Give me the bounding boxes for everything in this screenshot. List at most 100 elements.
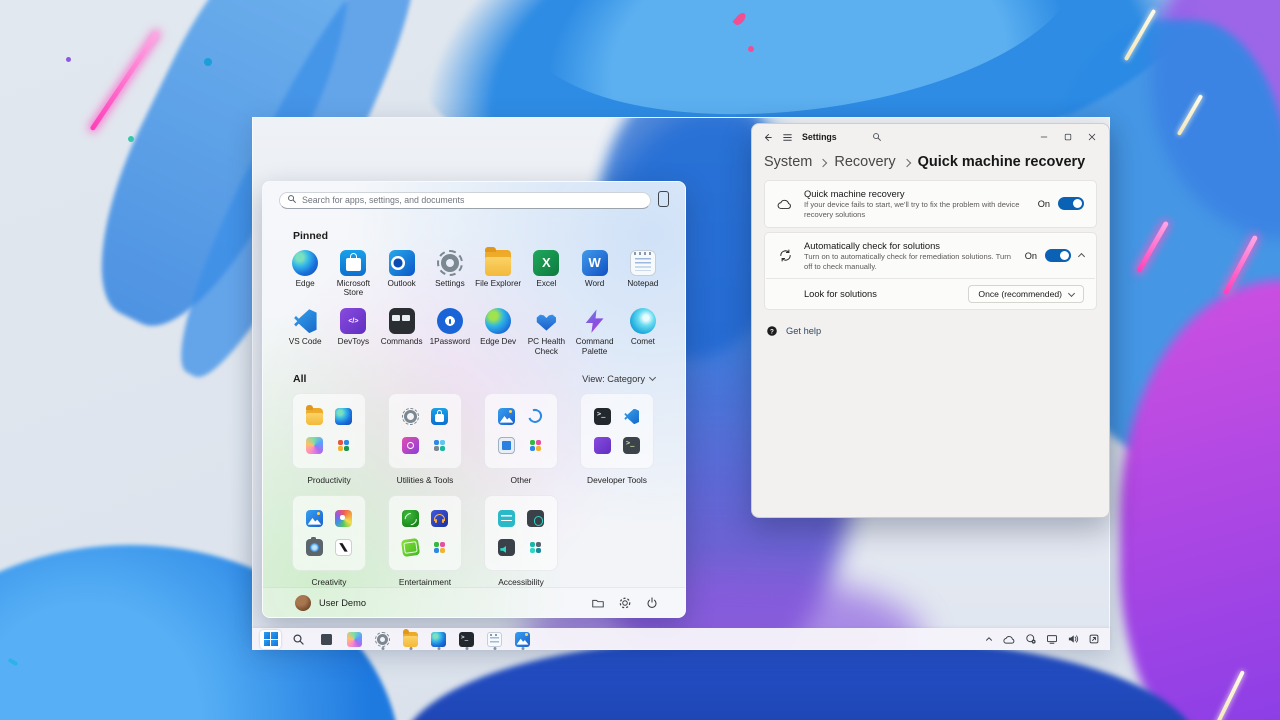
notepad-icon bbox=[630, 250, 656, 276]
category-productivity[interactable]: Productivity bbox=[281, 393, 377, 485]
comet-icon bbox=[630, 308, 656, 334]
category-developer-tools[interactable]: Developer Tools bbox=[569, 393, 665, 485]
settings-window-title: Settings bbox=[802, 132, 837, 142]
taskbar-terminal-button[interactable] bbox=[456, 630, 477, 649]
chevron-right-icon bbox=[902, 158, 910, 166]
console-icon bbox=[623, 437, 640, 454]
menu-icon[interactable] bbox=[782, 132, 793, 143]
pinned-app-outlook[interactable]: Outlook bbox=[378, 250, 426, 299]
breadcrumb-system[interactable]: System bbox=[764, 154, 812, 170]
snipping-tool-icon bbox=[402, 437, 419, 454]
minimize-button[interactable] bbox=[1039, 132, 1049, 142]
pinned-app-command-palette[interactable]: Command Palette bbox=[571, 308, 619, 357]
capcut-icon bbox=[335, 539, 352, 556]
view-category-selector[interactable]: View: Category bbox=[582, 374, 655, 384]
category-tile bbox=[580, 393, 654, 469]
power-icon[interactable] bbox=[645, 596, 659, 610]
outlook-icon bbox=[389, 250, 415, 276]
pinned-app-devtoys[interactable]: </> DevToys bbox=[329, 308, 377, 357]
chevron-up-icon[interactable] bbox=[1078, 253, 1085, 260]
sync-icon bbox=[527, 408, 544, 425]
running-indicator bbox=[521, 647, 524, 650]
maximize-button[interactable] bbox=[1063, 132, 1073, 142]
category-tile bbox=[484, 393, 558, 469]
pinned-app-comet[interactable]: Comet bbox=[619, 308, 667, 357]
apps-cluster-icon bbox=[527, 437, 544, 454]
page-title: Quick machine recovery bbox=[918, 154, 1086, 170]
vscode-icon bbox=[623, 408, 640, 425]
microsoft-store-icon bbox=[340, 250, 366, 276]
category-creativity[interactable]: Creativity bbox=[281, 495, 377, 587]
avatar[interactable] bbox=[295, 595, 311, 611]
category-entertainment[interactable]: Entertainment bbox=[377, 495, 473, 587]
action-center-icon[interactable] bbox=[1088, 633, 1100, 645]
category-utilities-tools[interactable]: Utilities & Tools bbox=[377, 393, 473, 485]
paint-droplet bbox=[128, 136, 134, 142]
paint-droplet bbox=[66, 57, 71, 62]
phone-link-icon[interactable] bbox=[658, 191, 669, 207]
search-input[interactable] bbox=[279, 192, 651, 209]
paint-droplet bbox=[204, 58, 212, 66]
taskbar-edge-button[interactable] bbox=[428, 630, 449, 649]
onedrive-icon[interactable] bbox=[1003, 634, 1016, 645]
taskbar-settings-button[interactable] bbox=[372, 630, 393, 649]
category-tile bbox=[388, 495, 462, 571]
running-indicator bbox=[381, 647, 384, 650]
taskbar-notepad-button[interactable] bbox=[484, 630, 505, 649]
devtoys-icon: </> bbox=[340, 308, 366, 334]
category-grid-row-2: Creativity Entertainment Accessibility bbox=[281, 495, 667, 587]
pinned-app-file-explorer[interactable]: File Explorer bbox=[474, 250, 522, 299]
card-automatically-check: Automatically check for solutions Turn o… bbox=[764, 232, 1097, 311]
start-search[interactable] bbox=[279, 190, 651, 209]
pinned-app-commands[interactable]: Commands bbox=[378, 308, 426, 357]
search-icon[interactable] bbox=[872, 132, 882, 142]
magnifier-icon bbox=[527, 510, 544, 527]
word-icon: W bbox=[582, 250, 608, 276]
file-explorer-icon bbox=[306, 408, 323, 425]
close-button[interactable] bbox=[1087, 132, 1097, 142]
category-accessibility[interactable]: Accessibility bbox=[473, 495, 569, 587]
photos-icon bbox=[306, 510, 323, 527]
pinned-app-edge[interactable]: Edge bbox=[281, 250, 329, 299]
auto-check-solutions-toggle[interactable] bbox=[1045, 249, 1071, 262]
taskbar-copilot-button[interactable] bbox=[344, 630, 365, 649]
volume-icon[interactable] bbox=[1067, 633, 1079, 645]
pinned-app-pc-health-check[interactable]: PC Health Check bbox=[522, 308, 570, 357]
settings-icon[interactable] bbox=[618, 596, 632, 610]
pinned-app-1password[interactable]: 1Password bbox=[426, 308, 474, 357]
edge-icon bbox=[431, 632, 446, 647]
get-help-link[interactable]: ? Get help bbox=[766, 325, 1095, 337]
update-badge-icon[interactable] bbox=[1025, 633, 1037, 645]
dropdown-value: Once (recommended) bbox=[978, 289, 1062, 299]
pinned-section-label: Pinned bbox=[293, 230, 685, 242]
look-for-solutions-row: Look for solutions Once (recommended) bbox=[765, 279, 1096, 309]
look-for-solutions-dropdown[interactable]: Once (recommended) bbox=[968, 285, 1084, 303]
pinned-app-edge-dev[interactable]: Edge Dev bbox=[474, 308, 522, 357]
running-indicator bbox=[493, 647, 496, 650]
user-name[interactable]: User Demo bbox=[319, 598, 366, 608]
quick-machine-recovery-toggle[interactable] bbox=[1058, 197, 1084, 210]
category-tile bbox=[484, 495, 558, 571]
pinned-app-notepad[interactable]: Notepad bbox=[619, 250, 667, 299]
photos-icon bbox=[498, 408, 515, 425]
pinned-app-settings[interactable]: Settings bbox=[426, 250, 474, 299]
copilot-icon bbox=[306, 437, 323, 454]
taskbar-file-explorer-button[interactable] bbox=[400, 630, 421, 649]
taskbar-search-button[interactable] bbox=[288, 630, 309, 649]
taskbar-photos-button[interactable] bbox=[512, 630, 533, 649]
category-other[interactable]: Other bbox=[473, 393, 569, 485]
back-icon[interactable] bbox=[762, 132, 773, 143]
pinned-app-microsoft-store[interactable]: Microsoft Store bbox=[329, 250, 377, 299]
search-icon bbox=[287, 194, 297, 204]
folder-icon[interactable] bbox=[591, 596, 605, 610]
pinned-app-excel[interactable]: X Excel bbox=[522, 250, 570, 299]
cloud-icon bbox=[777, 197, 793, 211]
sync-icon bbox=[777, 248, 793, 263]
hidden-icons-chevron-icon[interactable] bbox=[984, 634, 994, 644]
breadcrumb-recovery[interactable]: Recovery bbox=[834, 154, 895, 170]
pinned-app-word[interactable]: W Word bbox=[571, 250, 619, 299]
taskbar-task-view-button[interactable] bbox=[316, 630, 337, 649]
taskbar-start-button[interactable] bbox=[260, 630, 281, 649]
display-icon[interactable] bbox=[1046, 633, 1058, 645]
pinned-app-vs-code[interactable]: VS Code bbox=[281, 308, 329, 357]
